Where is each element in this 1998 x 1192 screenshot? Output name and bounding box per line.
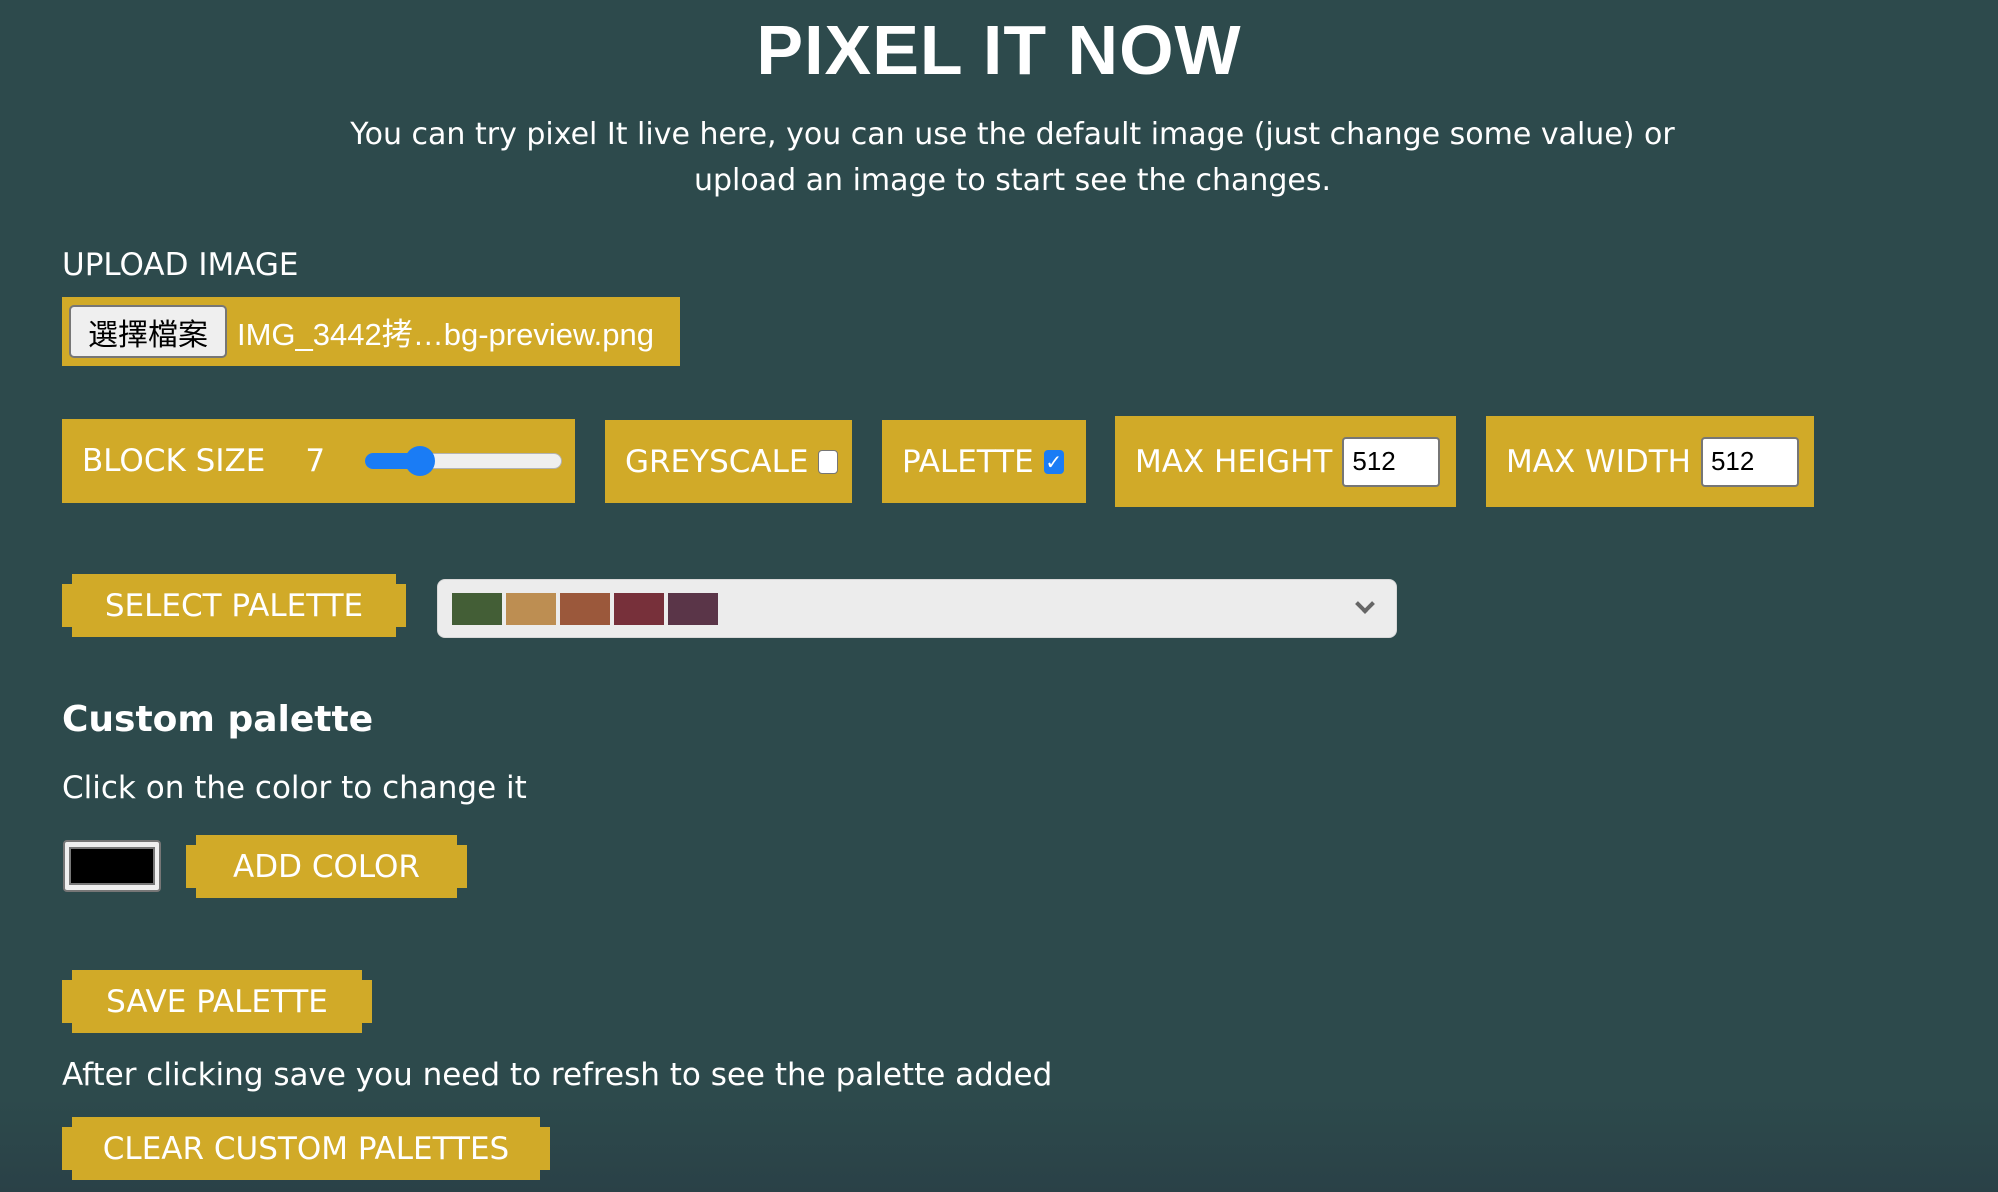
greyscale-checkbox[interactable]	[818, 449, 839, 474]
max-height-input[interactable]	[1342, 436, 1441, 487]
palette-swatch-4	[614, 592, 664, 625]
palette-checkbox[interactable]: ✓	[1043, 449, 1064, 474]
palette-control: PALETTE ✓	[882, 420, 1086, 503]
select-palette-button-label: SELECT PALETTE	[104, 587, 364, 624]
save-palette-button-label: SAVE PALETTE	[106, 983, 328, 1020]
clear-custom-palettes-button[interactable]: CLEAR CUSTOM PALETTES	[62, 1117, 550, 1180]
greyscale-control: GREYSCALE	[605, 420, 852, 503]
chevron-down-icon	[1355, 594, 1375, 614]
save-palette-hint: After clicking save you need to refresh …	[62, 1057, 1053, 1093]
add-color-button[interactable]: ADD COLOR	[186, 835, 467, 898]
select-palette-button[interactable]: SELECT PALETTE	[62, 574, 406, 637]
palette-label: PALETTE	[902, 443, 1034, 480]
palette-swatch-5	[668, 592, 718, 625]
custom-palette-heading: Custom palette	[62, 699, 374, 740]
block-size-control: BLOCK SIZE 7	[62, 419, 575, 503]
block-size-value: 7	[305, 443, 326, 479]
color-picker-input[interactable]	[63, 840, 161, 892]
add-color-button-label: ADD COLOR	[233, 848, 420, 885]
greyscale-label: GREYSCALE	[625, 443, 809, 480]
max-height-label: MAX HEIGHT	[1135, 443, 1333, 480]
save-palette-button[interactable]: SAVE PALETTE	[62, 970, 372, 1033]
max-width-input[interactable]	[1700, 436, 1799, 487]
selected-file-name: IMG_3442拷…bg-preview.png	[237, 317, 655, 352]
custom-palette-hint: Click on the color to change it	[62, 770, 527, 806]
palette-swatches	[452, 592, 722, 625]
max-height-control: MAX HEIGHT	[1115, 416, 1456, 507]
file-upload-input[interactable]: 選擇檔案 IMG_3442拷…bg-preview.png	[62, 297, 680, 366]
max-width-control: MAX WIDTH	[1486, 416, 1814, 507]
page-subtitle: You can try pixel It live here, you can …	[350, 117, 1675, 198]
upload-image-label: UPLOAD IMAGE	[62, 247, 299, 283]
clear-custom-palettes-button-label: CLEAR CUSTOM PALETTES	[102, 1130, 510, 1167]
palette-swatch-2	[506, 592, 556, 625]
checkmark-icon: ✓	[1045, 449, 1063, 474]
choose-file-button[interactable]: 選擇檔案	[69, 305, 227, 358]
max-width-label: MAX WIDTH	[1506, 443, 1691, 480]
page-title: PIXEL IT NOW	[756, 11, 1242, 89]
palette-dropdown[interactable]	[437, 579, 1397, 638]
block-size-label: BLOCK SIZE	[82, 443, 266, 479]
palette-swatch-3	[560, 592, 610, 625]
block-size-slider[interactable]	[365, 446, 563, 476]
color-picker-swatch	[69, 847, 155, 885]
slider-thumb[interactable]	[405, 446, 436, 476]
palette-swatch-1	[452, 592, 502, 625]
